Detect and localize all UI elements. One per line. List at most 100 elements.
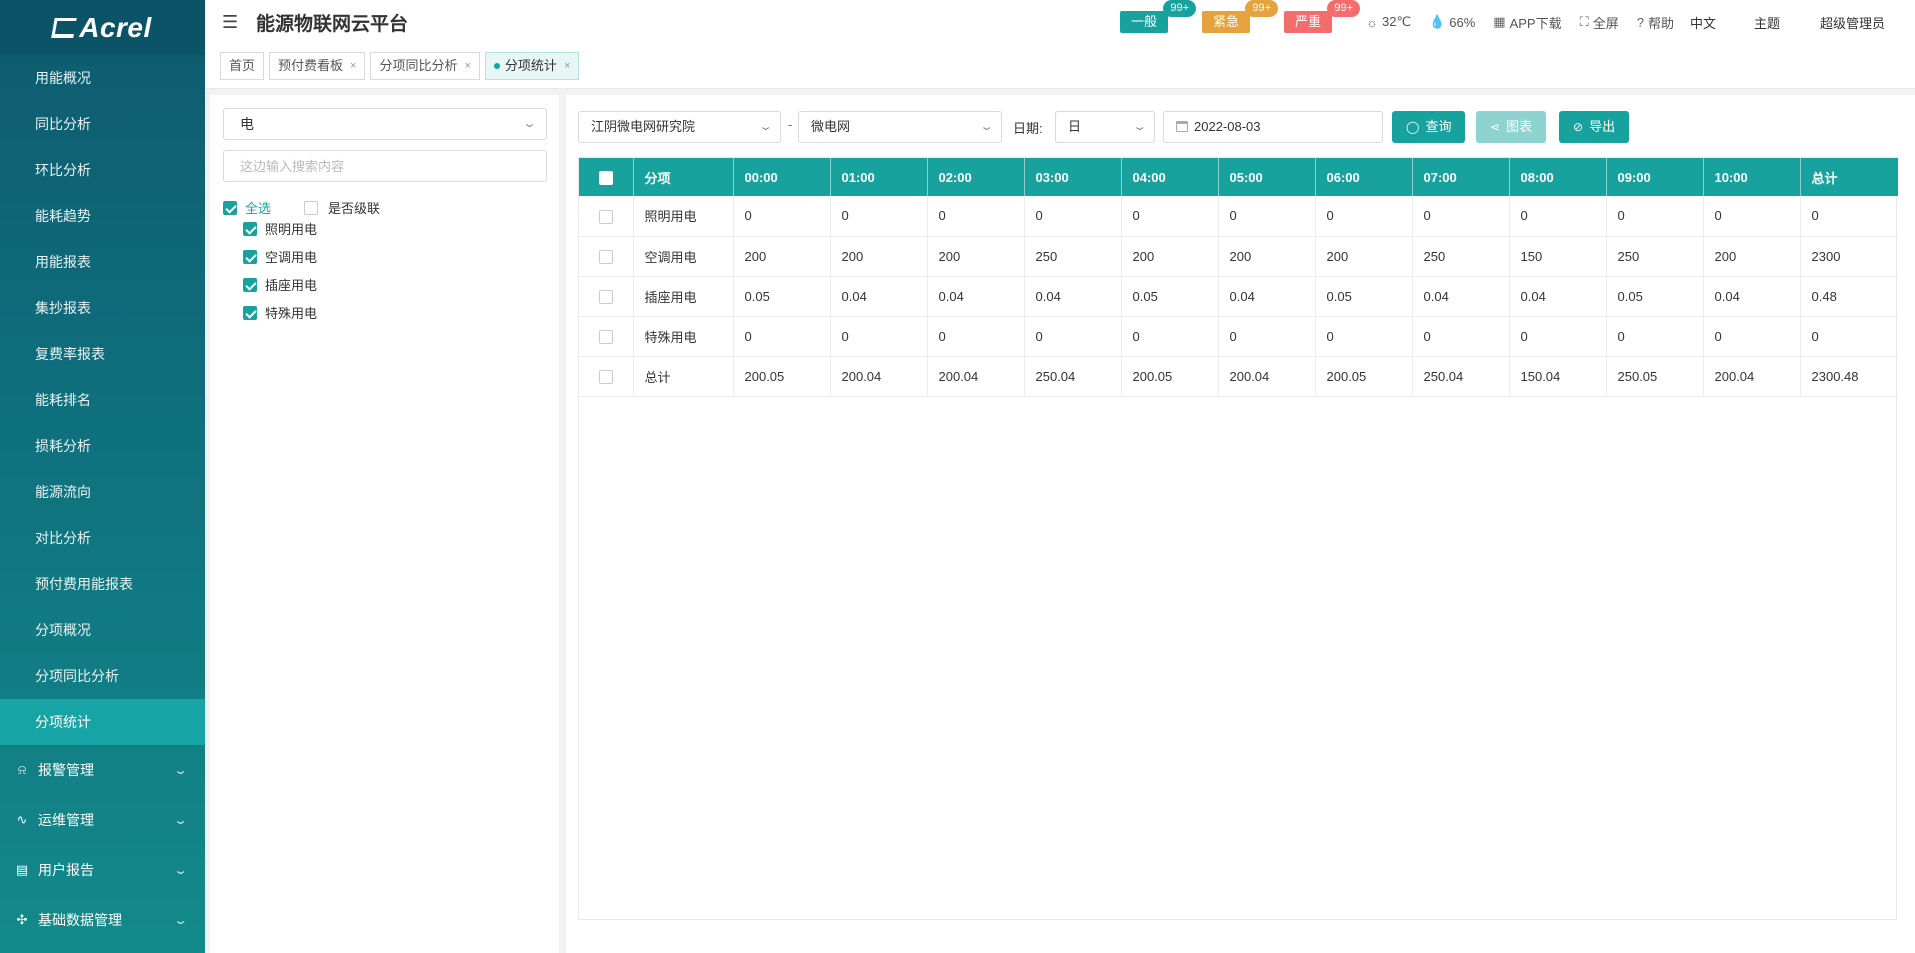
table-cell: 0 [1703, 316, 1801, 357]
language-switch[interactable]: 中文 [1690, 13, 1716, 32]
close-icon[interactable]: × [464, 53, 470, 79]
table-cell: 0 [1121, 196, 1219, 237]
row-select-cell[interactable] [579, 196, 634, 237]
table-cell: 200 [733, 236, 831, 277]
tree-search-input[interactable] [223, 150, 547, 182]
sidebar-item[interactable]: 集抄报表 [0, 285, 205, 331]
fullscreen-button[interactable]: ⛶ 全屏 [1580, 13, 1619, 32]
table-cell: 0.04 [1509, 276, 1607, 317]
site-select[interactable]: 江阴微电网研究院 ⌄ [578, 111, 781, 143]
help-link[interactable]: ? 帮助 [1637, 13, 1674, 32]
sidebar-item[interactable]: 对比分析 [0, 515, 205, 561]
sidebar-item[interactable]: 用能概况 [0, 55, 205, 101]
menu-fold-icon[interactable]: ☰ [222, 12, 242, 33]
alarm-count-badge: 99+ [1163, 0, 1197, 17]
tree-node[interactable]: 照明用电 [243, 219, 317, 238]
table-cell: 2300.48 [1800, 356, 1898, 397]
row-select-cell[interactable] [579, 276, 634, 317]
table-cell: 0 [1412, 196, 1510, 237]
tab-item[interactable]: 分项统计 × [484, 52, 580, 80]
select-all-label: 全选 [245, 201, 272, 216]
alarm-label: 一般 [1131, 14, 1158, 29]
table-cell: 0 [1121, 316, 1219, 357]
tab-item[interactable]: 首页 [220, 52, 265, 80]
droplet-icon: 💧 [1429, 14, 1446, 29]
network-select[interactable]: 微电网 ⌄ [798, 111, 1002, 143]
energy-type-value: 电 [240, 116, 254, 132]
tree-node-label: 插座用电 [265, 278, 318, 293]
sidebar-group[interactable]: ✣ 基础数据管理 ⌄ [0, 895, 205, 945]
table-cell: 0.04 [1218, 276, 1316, 317]
table-cell: 0 [1024, 196, 1122, 237]
sidebar-item[interactable]: 复费率报表 [0, 331, 205, 377]
table-cell: 250 [1024, 236, 1122, 277]
alarm-badge-button[interactable]: 严重 99+ [1284, 0, 1361, 33]
sidebar-item[interactable]: 能耗趋势 [0, 193, 205, 239]
sidebar-item[interactable]: 同比分析 [0, 101, 205, 147]
select-all-rows-cell[interactable] [579, 158, 634, 196]
sidebar-item[interactable]: 分项概况 [0, 607, 205, 653]
tree-node[interactable]: 特殊用电 [243, 303, 317, 322]
date-picker[interactable]: 2022-08-03 [1163, 111, 1383, 143]
sidebar-item[interactable]: 分项同比分析 [0, 653, 205, 699]
sidebar-item[interactable]: 预付费用能报表 [0, 561, 205, 607]
close-icon[interactable]: × [564, 53, 570, 79]
tab-item[interactable]: 分项同比分析 × [370, 52, 480, 80]
table-cell: 200 [830, 236, 928, 277]
query-button[interactable]: ◯ 查询 [1392, 111, 1466, 143]
table-cell: 空调用电 [633, 236, 734, 277]
query-label: 查询 [1425, 119, 1452, 134]
period-select[interactable]: 日 ⌄ [1055, 111, 1155, 143]
tree-node-label: 特殊用电 [265, 306, 318, 321]
sidebar-item[interactable]: 能源流向 [0, 469, 205, 515]
theme-switch[interactable]: 主题 [1754, 13, 1780, 32]
sidebar-item[interactable]: 环比分析 [0, 147, 205, 193]
table-cell: 0 [830, 196, 928, 237]
tab-item[interactable]: 预付费看板 × [269, 52, 366, 80]
logo: Acrel [0, 0, 205, 55]
alarm-badge-button[interactable]: 紧急 99+ [1202, 0, 1279, 33]
row-select-cell[interactable] [579, 316, 634, 357]
sidebar-group[interactable]: ⍾ 报警管理 ⌄ [0, 745, 205, 795]
column-header: 07:00 [1412, 158, 1510, 196]
tree-node[interactable]: 插座用电 [243, 275, 317, 294]
sidebar-item[interactable]: 损耗分析 [0, 423, 205, 469]
cascade-checkbox[interactable]: 是否级联 [304, 198, 380, 217]
table-row: 插座用电 0.05 0.04 0.04 0.04 0.05 0.04 0.05 0.04 0.04… [579, 276, 1898, 317]
page-tabs: 首页 预付费看板 × 分项同比分析 × 分项统计 × [205, 44, 1915, 89]
checkbox-unchecked-icon [598, 209, 613, 224]
header-toolbar: 一般 99+ 紧急 99+ 严重 99+ ☼ 32℃ 💧 66% ▦ APP下载 ⛶ 全屏… [1120, 0, 1915, 44]
column-header: 总计 [1800, 158, 1898, 196]
table-cell: 200 [1703, 236, 1801, 277]
table-cell: 150.04 [1509, 356, 1607, 397]
calendar-icon [1176, 121, 1188, 132]
row-select-cell[interactable] [579, 356, 634, 397]
checkbox-checked-icon [243, 249, 257, 264]
close-icon[interactable]: × [350, 53, 356, 79]
row-select-cell[interactable] [579, 236, 634, 277]
table-cell: 200.05 [733, 356, 831, 397]
sidebar-group[interactable]: ∿ 运维管理 ⌄ [0, 795, 205, 845]
user-menu[interactable]: 超级管理员 [1820, 13, 1885, 32]
sidebar-item[interactable]: 分项统计 [0, 699, 205, 745]
energy-type-select[interactable]: 电 ⌄ [223, 108, 547, 140]
app-download-link[interactable]: ▦ APP下载 [1493, 13, 1561, 32]
chart-button[interactable]: ⋖ 图表 [1476, 111, 1547, 143]
table-cell: 150 [1509, 236, 1607, 277]
tree-node[interactable]: 空调用电 [243, 247, 317, 266]
table-cell: 200.04 [830, 356, 928, 397]
table-cell: 0 [927, 196, 1025, 237]
sidebar-item[interactable]: 能耗排名 [0, 377, 205, 423]
table-cell: 照明用电 [633, 196, 734, 237]
select-all-checkbox[interactable]: 全选 [223, 198, 271, 217]
alarm-badge-button[interactable]: 一般 99+ [1120, 0, 1197, 33]
chevron-down-icon: ⌄ [979, 121, 994, 133]
weather-status: ☼ 32℃ [1366, 14, 1411, 30]
export-button[interactable]: ⊘ 导出 [1559, 111, 1630, 143]
checkbox-checked-icon [223, 200, 237, 215]
help-icon: ? [1636, 14, 1644, 30]
temperature-value: 32℃ [1381, 14, 1412, 29]
sidebar-group[interactable]: ▤ 用户报告 ⌄ [0, 845, 205, 895]
table-cell: 0 [733, 316, 831, 357]
sidebar-item[interactable]: 用能报表 [0, 239, 205, 285]
